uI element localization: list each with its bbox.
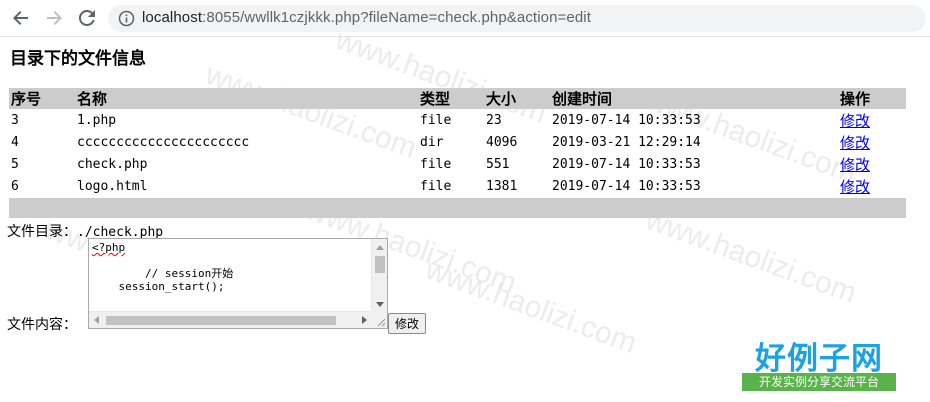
table-row: 4 cccccccccccccccccccccc dir 4096 2019-0…	[9, 131, 906, 153]
cell-time: 2019-07-14 10:33:53	[552, 178, 701, 194]
page-title: 目录下的文件信息	[10, 49, 146, 69]
scroll-up-icon[interactable]	[376, 245, 384, 250]
site-logo: 好例子网 开发实例分享交流平台	[742, 333, 896, 393]
cell-op: 修改	[838, 109, 906, 131]
cell-op: 修改	[838, 153, 906, 175]
cell-op: 修改	[838, 131, 906, 153]
table-row: 3 1.php file 23 2019-07-14 10:33:53 修改	[9, 109, 906, 131]
table-header-row: 序号 名称 类型 大小 创建时间 操作	[9, 88, 906, 109]
cell-size: 551	[486, 156, 510, 172]
edit-link[interactable]: 修改	[840, 112, 870, 130]
url-host: localhost	[142, 9, 203, 26]
header-type: 类型	[418, 88, 484, 109]
editor-text[interactable]: <?php // session开始 session_start();	[92, 241, 233, 293]
dir-label: 文件目录：	[7, 224, 77, 240]
cell-time: 2019-07-14 10:33:53	[552, 112, 701, 128]
scroll-left-icon[interactable]	[94, 316, 99, 324]
cell-time: 2019-07-14 10:33:53	[552, 156, 701, 172]
cell-type: file	[420, 178, 452, 194]
header-time: 创建时间	[550, 88, 838, 109]
cell-name: check.php	[77, 156, 148, 172]
cell-no: 4	[11, 134, 19, 150]
table-row: 6 logo.html file 1381 2019-07-14 10:33:5…	[9, 175, 906, 197]
header-no: 序号	[9, 88, 75, 109]
info-circle-icon[interactable]	[118, 10, 135, 27]
cell-size: 23	[486, 112, 502, 128]
cell-no: 6	[11, 178, 19, 194]
table-row: 5 check.php file 551 2019-07-14 10:33:53…	[9, 153, 906, 175]
logo-main-text: 好例子网	[755, 341, 883, 377]
edit-link[interactable]: 修改	[840, 134, 870, 152]
arrow-right-icon[interactable]	[43, 7, 65, 29]
cell-name: logo.html	[77, 178, 148, 194]
cell-size: 1381	[486, 178, 518, 194]
scroll-right-icon[interactable]	[362, 316, 367, 324]
arrow-left-icon[interactable]	[10, 7, 32, 29]
horizontal-scrollbar[interactable]	[89, 311, 372, 328]
cell-name: 1.php	[77, 112, 117, 128]
edit-link[interactable]: 修改	[840, 178, 870, 196]
browser-toolbar: localhost:8055/wwllk1czjkkk.php?fileName…	[0, 0, 930, 37]
scroll-down-icon[interactable]	[376, 302, 384, 307]
scroll-thumb[interactable]	[375, 256, 385, 273]
cell-time: 2019-03-21 12:29:14	[552, 134, 701, 150]
address-bar[interactable]: localhost:8055/wwllk1czjkkk.php?fileName…	[108, 5, 926, 32]
url-path: :8055/wwllk1czjkkk.php?fileName=check.ph…	[202, 9, 591, 26]
cell-no: 5	[11, 156, 19, 172]
file-table: 序号 名称 类型 大小 创建时间 操作 3 1.php file 23 2019…	[9, 88, 906, 197]
vertical-scrollbar[interactable]	[371, 239, 387, 312]
table-footer-bar	[9, 198, 906, 218]
header-name: 名称	[75, 88, 418, 109]
cell-name: cccccccccccccccccccccc	[77, 134, 250, 150]
file-content-textarea[interactable]: <?php // session开始 session_start();	[88, 238, 388, 329]
header-op: 操作	[838, 88, 906, 109]
cell-size: 4096	[486, 134, 518, 150]
cell-type: dir	[420, 134, 444, 150]
scroll-thumb[interactable]	[106, 316, 336, 325]
logo-sub-text: 开发实例分享交流平台	[742, 373, 896, 391]
cell-type: file	[420, 112, 452, 128]
cell-no: 3	[11, 112, 19, 128]
content-label: 文件内容：	[7, 317, 77, 333]
url-text[interactable]: localhost:8055/wwllk1czjkkk.php?fileName…	[142, 9, 591, 26]
reload-icon[interactable]	[76, 7, 98, 29]
resize-grip-icon[interactable]	[370, 311, 387, 328]
editor-rest: // session开始 session_start();	[118, 267, 234, 293]
header-size: 大小	[484, 88, 550, 109]
editor-line-1: <?php	[92, 241, 126, 254]
edit-link[interactable]: 修改	[840, 156, 870, 174]
watermark: www.haolizi.com	[421, 253, 641, 360]
cell-type: file	[420, 156, 452, 172]
cell-op: 修改	[838, 175, 906, 197]
watermark: www.haolizi.com	[641, 203, 861, 310]
submit-button[interactable]: 修改	[388, 313, 427, 334]
